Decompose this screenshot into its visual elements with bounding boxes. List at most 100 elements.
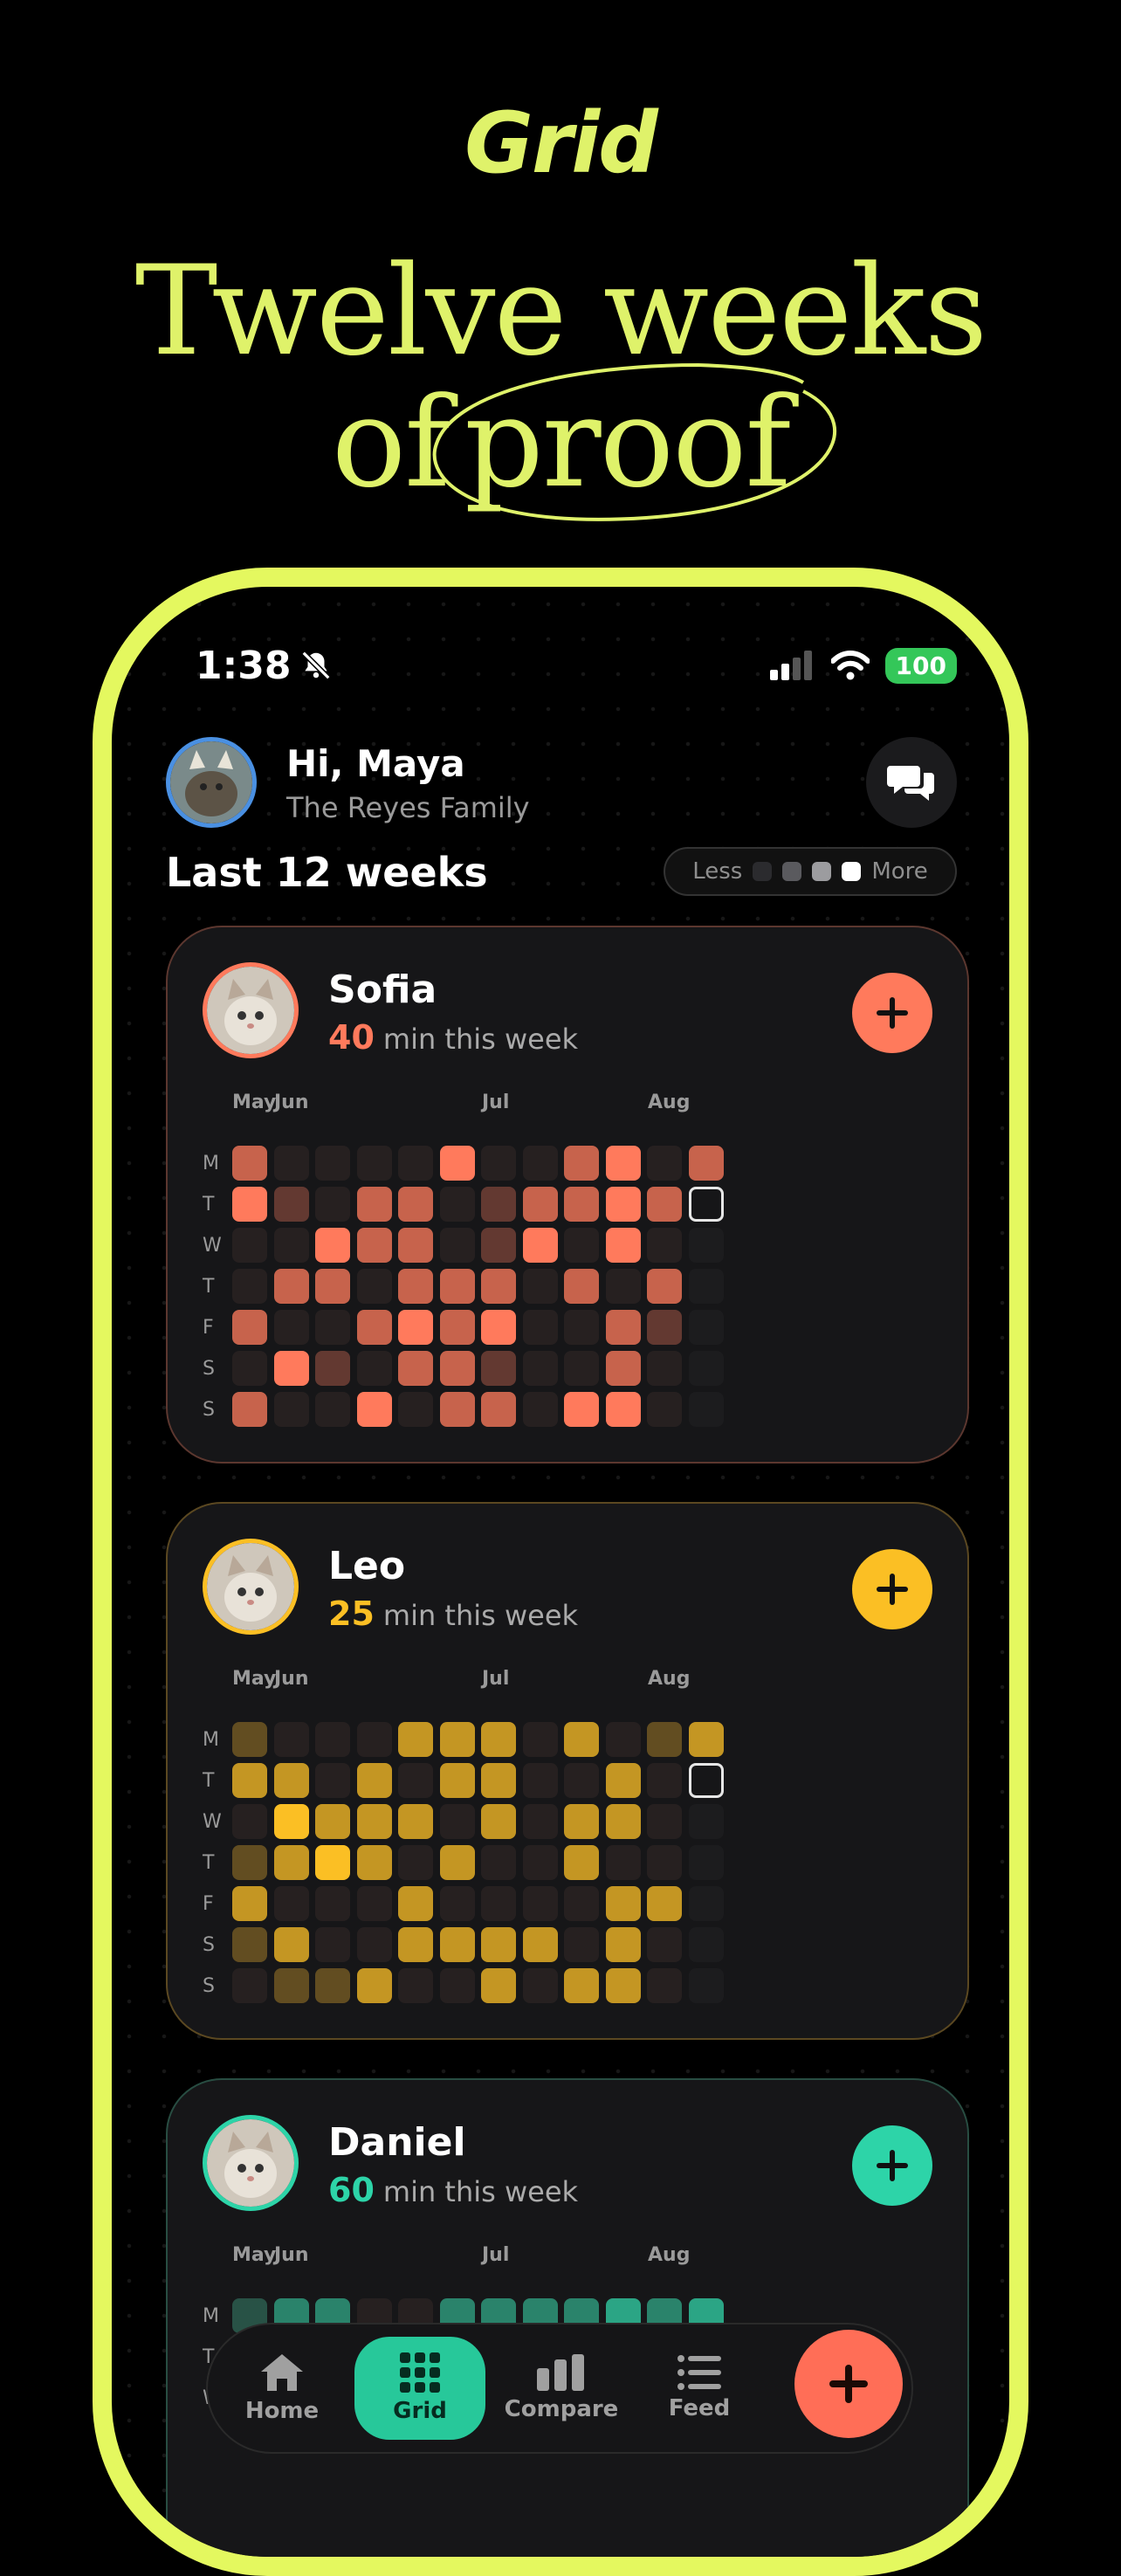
activity-cell[interactable] xyxy=(398,1392,433,1427)
activity-cell[interactable] xyxy=(481,1187,516,1222)
activity-cell[interactable] xyxy=(564,1187,599,1222)
activity-cell[interactable] xyxy=(481,1722,516,1757)
activity-cell[interactable] xyxy=(605,1763,641,1798)
activity-cell[interactable] xyxy=(564,1804,599,1839)
activity-cell[interactable] xyxy=(273,1763,309,1798)
activity-cell[interactable] xyxy=(522,1269,558,1304)
activity-cell[interactable] xyxy=(647,1722,682,1757)
activity-cell[interactable] xyxy=(522,1927,558,1962)
activity-cell[interactable] xyxy=(647,1269,682,1304)
activity-cell[interactable] xyxy=(564,1228,599,1263)
chat-button[interactable] xyxy=(866,737,957,828)
activity-cell[interactable] xyxy=(273,1392,309,1427)
activity-cell[interactable] xyxy=(356,1927,392,1962)
activity-cell[interactable] xyxy=(688,1722,724,1757)
activity-cell[interactable] xyxy=(647,1763,682,1798)
activity-cell[interactable] xyxy=(605,1927,641,1962)
activity-cell[interactable] xyxy=(522,1763,558,1798)
tab-feed[interactable]: Feed xyxy=(634,2337,765,2440)
activity-cell[interactable] xyxy=(356,1310,392,1345)
tab-grid[interactable]: Grid xyxy=(354,2337,485,2440)
activity-cell[interactable] xyxy=(647,1886,682,1921)
add-activity-button[interactable] xyxy=(794,2330,903,2438)
activity-cell[interactable] xyxy=(315,1845,350,1880)
activity-cell[interactable] xyxy=(522,1351,558,1386)
activity-cell[interactable] xyxy=(605,1351,641,1386)
activity-cell[interactable] xyxy=(688,1228,724,1263)
activity-cell[interactable] xyxy=(398,1804,433,1839)
activity-cell[interactable] xyxy=(481,1763,516,1798)
activity-cell[interactable] xyxy=(356,1351,392,1386)
activity-cell[interactable] xyxy=(439,1845,475,1880)
activity-cell[interactable] xyxy=(439,1392,475,1427)
activity-cell[interactable] xyxy=(315,1763,350,1798)
activity-cell[interactable] xyxy=(356,1763,392,1798)
activity-cell[interactable] xyxy=(647,1351,682,1386)
activity-cell[interactable] xyxy=(688,1804,724,1839)
activity-cell[interactable] xyxy=(564,1968,599,2003)
activity-cell[interactable] xyxy=(564,1146,599,1181)
activity-cell[interactable] xyxy=(232,1310,267,1345)
activity-cell[interactable] xyxy=(564,1763,599,1798)
activity-cell[interactable] xyxy=(439,1804,475,1839)
activity-cell[interactable] xyxy=(688,1845,724,1880)
activity-cell[interactable] xyxy=(315,1392,350,1427)
activity-cell[interactable] xyxy=(564,1886,599,1921)
activity-cell[interactable] xyxy=(439,1310,475,1345)
activity-cell[interactable] xyxy=(315,1968,350,2003)
activity-cell[interactable] xyxy=(647,1804,682,1839)
activity-cell[interactable] xyxy=(315,1804,350,1839)
activity-cell[interactable] xyxy=(315,1146,350,1181)
activity-cell[interactable] xyxy=(315,1886,350,1921)
activity-cell[interactable] xyxy=(232,1228,267,1263)
activity-cell[interactable] xyxy=(647,1968,682,2003)
activity-cell[interactable] xyxy=(273,1310,309,1345)
activity-cell[interactable] xyxy=(398,1310,433,1345)
activity-cell[interactable] xyxy=(273,1351,309,1386)
activity-cell[interactable] xyxy=(356,1187,392,1222)
activity-cell[interactable] xyxy=(398,1722,433,1757)
activity-cell[interactable] xyxy=(273,1722,309,1757)
activity-cell[interactable] xyxy=(356,1146,392,1181)
activity-cell[interactable] xyxy=(647,1845,682,1880)
activity-cell[interactable] xyxy=(232,1927,267,1962)
activity-cell[interactable] xyxy=(647,1392,682,1427)
activity-cell[interactable] xyxy=(481,1845,516,1880)
activity-cell[interactable] xyxy=(647,1310,682,1345)
activity-cell[interactable] xyxy=(315,1269,350,1304)
activity-cell[interactable] xyxy=(564,1392,599,1427)
activity-cell[interactable] xyxy=(647,1187,682,1222)
activity-cell[interactable] xyxy=(273,1146,309,1181)
activity-cell[interactable] xyxy=(232,1722,267,1757)
activity-cell[interactable] xyxy=(688,1886,724,1921)
activity-cell[interactable] xyxy=(481,1269,516,1304)
activity-cell[interactable] xyxy=(688,1146,724,1181)
activity-cell[interactable] xyxy=(564,1722,599,1757)
activity-cell[interactable] xyxy=(398,1886,433,1921)
add-minutes-button[interactable] xyxy=(852,973,932,1053)
activity-cell[interactable] xyxy=(439,1187,475,1222)
activity-cell[interactable] xyxy=(522,1228,558,1263)
activity-cell[interactable] xyxy=(605,1392,641,1427)
activity-cell[interactable] xyxy=(481,1310,516,1345)
activity-cell[interactable] xyxy=(647,1146,682,1181)
activity-cell[interactable] xyxy=(398,1927,433,1962)
activity-cell[interactable] xyxy=(439,1763,475,1798)
activity-cell[interactable] xyxy=(232,1804,267,1839)
activity-cell[interactable] xyxy=(398,1968,433,2003)
activity-cell[interactable] xyxy=(605,1187,641,1222)
activity-cell[interactable] xyxy=(564,1351,599,1386)
activity-cell[interactable] xyxy=(605,1310,641,1345)
activity-cell[interactable] xyxy=(647,1927,682,1962)
activity-cell[interactable] xyxy=(564,1845,599,1880)
activity-cell[interactable] xyxy=(481,1351,516,1386)
member-card[interactable]: Leo 25 min this week May Jun Jul Aug M T W T F S S xyxy=(166,1502,969,2040)
activity-cell[interactable] xyxy=(605,1968,641,2003)
activity-cell[interactable] xyxy=(439,1146,475,1181)
activity-cell[interactable] xyxy=(398,1351,433,1386)
activity-cell[interactable] xyxy=(481,1804,516,1839)
activity-cell[interactable] xyxy=(315,1187,350,1222)
activity-cell[interactable] xyxy=(688,1187,724,1222)
activity-cell[interactable] xyxy=(481,1968,516,2003)
activity-cell[interactable] xyxy=(647,1228,682,1263)
